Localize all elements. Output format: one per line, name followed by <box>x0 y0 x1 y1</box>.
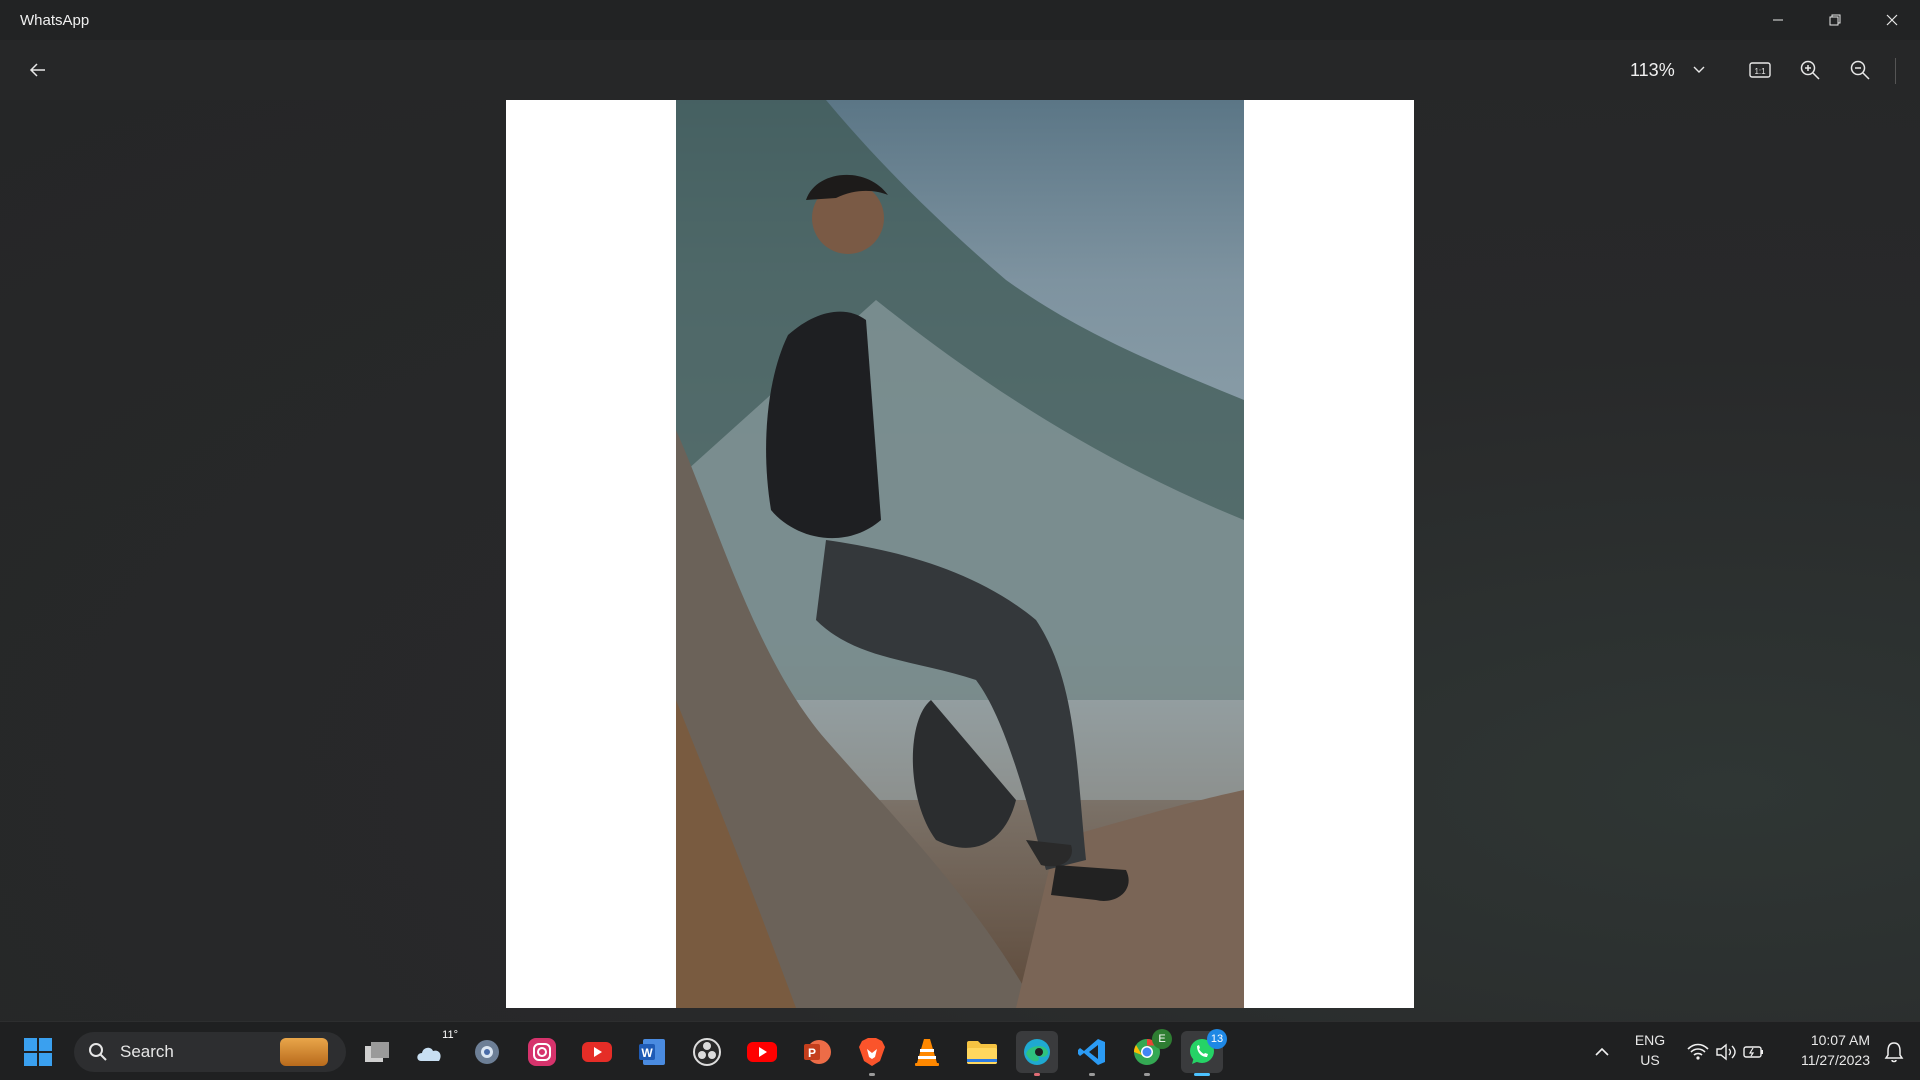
weather-temperature: 11° <box>442 1029 458 1041</box>
svg-text:P: P <box>808 1046 816 1060</box>
edge-button[interactable] <box>1016 1031 1058 1076</box>
zoom-out-button[interactable] <box>1840 50 1880 90</box>
chrome-profile-badge: E <box>1152 1029 1172 1049</box>
clock-time: 10:07 AM <box>1810 1032 1870 1048</box>
actual-size-icon: 1:1 <box>1749 62 1771 78</box>
youtube-button-2[interactable] <box>741 1031 783 1073</box>
toolbar-divider <box>1895 58 1896 84</box>
close-icon <box>1886 14 1897 26</box>
weather-icon <box>417 1047 441 1061</box>
region-code: US <box>1640 1052 1660 1068</box>
show-hidden-icons-button[interactable] <box>1580 1031 1624 1073</box>
wifi-icon <box>1687 1043 1709 1060</box>
taskbar-search[interactable]: Search <box>74 1032 346 1072</box>
search-icon <box>86 1040 110 1064</box>
youtube-button[interactable] <box>576 1031 618 1073</box>
search-placeholder: Search <box>120 1042 174 1061</box>
photo-illustration <box>676 100 1244 1008</box>
clock[interactable]: 10:07 AM 11/27/2023 <box>1770 1030 1870 1070</box>
chrome-button[interactable]: E <box>1126 1029 1172 1076</box>
whatsapp-button[interactable]: 13 <box>1181 1029 1227 1076</box>
word-icon: W <box>639 1039 665 1065</box>
battery-icon <box>1743 1046 1763 1058</box>
settings-icon <box>475 1040 499 1064</box>
windows-logo-icon <box>24 1038 52 1066</box>
running-indicator <box>1144 1073 1150 1076</box>
title-bar: WhatsApp <box>0 0 1920 40</box>
notification-bell-icon <box>1884 1042 1904 1063</box>
task-view-icon <box>365 1042 389 1062</box>
search-highlight-icon <box>280 1038 328 1066</box>
file-explorer-button[interactable] <box>961 1031 1003 1073</box>
chevron-up-icon <box>1595 1047 1609 1056</box>
powerpoint-icon: P <box>804 1040 831 1064</box>
arrow-left-icon <box>29 63 45 77</box>
brave-button[interactable] <box>851 1031 893 1076</box>
taskbar: Search 11° W P E 13 ENG US 10:07 AM 11/2… <box>0 1021 1920 1080</box>
vscode-button[interactable] <box>1071 1031 1113 1076</box>
language-indicator[interactable]: ENG US <box>1630 1030 1670 1070</box>
close-button[interactable] <box>1863 0 1920 40</box>
restore-icon <box>1829 14 1840 26</box>
start-button[interactable] <box>22 1036 54 1068</box>
svg-text:W: W <box>641 1046 653 1060</box>
active-indicator <box>1194 1073 1210 1076</box>
window-title: WhatsApp <box>20 11 90 29</box>
vlc-icon <box>915 1039 939 1066</box>
zoom-in-icon <box>1800 60 1820 80</box>
edge-icon <box>1024 1039 1050 1065</box>
window-controls <box>1749 0 1920 40</box>
volume-icon <box>1716 1043 1736 1061</box>
vlc-button[interactable] <box>906 1031 948 1073</box>
language-code: ENG <box>1634 1032 1666 1048</box>
youtube-icon <box>582 1042 612 1062</box>
zoom-dropdown[interactable]: 113% <box>1630 52 1709 88</box>
powerpoint-button[interactable]: P <box>796 1031 838 1073</box>
brave-icon <box>859 1038 885 1066</box>
viewer-toolbar: 113% 1:1 <box>0 40 1920 100</box>
task-view-button[interactable] <box>356 1031 398 1073</box>
obs-icon <box>693 1038 721 1066</box>
restore-button[interactable] <box>1806 0 1863 40</box>
svg-text:1:1: 1:1 <box>1754 67 1766 76</box>
word-button[interactable]: W <box>631 1031 673 1073</box>
vscode-icon <box>1078 1039 1105 1065</box>
photo <box>676 100 1244 1008</box>
whatsapp-unread-badge: 13 <box>1207 1029 1227 1049</box>
running-indicator <box>1089 1073 1095 1076</box>
minimize-button[interactable] <box>1749 0 1806 40</box>
settings-button[interactable] <box>466 1031 508 1073</box>
folder-icon <box>967 1041 997 1064</box>
notifications-button[interactable] <box>1876 1031 1912 1073</box>
instagram-icon <box>528 1038 556 1066</box>
zoom-value: 113% <box>1630 59 1675 80</box>
back-button[interactable] <box>18 50 58 90</box>
zoom-in-button[interactable] <box>1790 50 1830 90</box>
clock-date: 11/27/2023 <box>1800 1052 1870 1068</box>
running-indicator <box>869 1073 875 1076</box>
weather-button[interactable]: 11° <box>410 1029 458 1073</box>
obs-button[interactable] <box>686 1031 728 1073</box>
chevron-down-icon <box>1689 52 1709 88</box>
minimize-icon <box>1772 19 1783 21</box>
zoom-out-icon <box>1850 60 1870 80</box>
actual-size-button[interactable]: 1:1 <box>1740 50 1780 90</box>
image-canvas[interactable] <box>506 100 1414 1008</box>
youtube-icon-2 <box>747 1042 777 1062</box>
running-indicator <box>1034 1073 1040 1076</box>
instagram-button[interactable] <box>521 1031 563 1073</box>
quick-settings-button[interactable] <box>1684 1031 1768 1073</box>
